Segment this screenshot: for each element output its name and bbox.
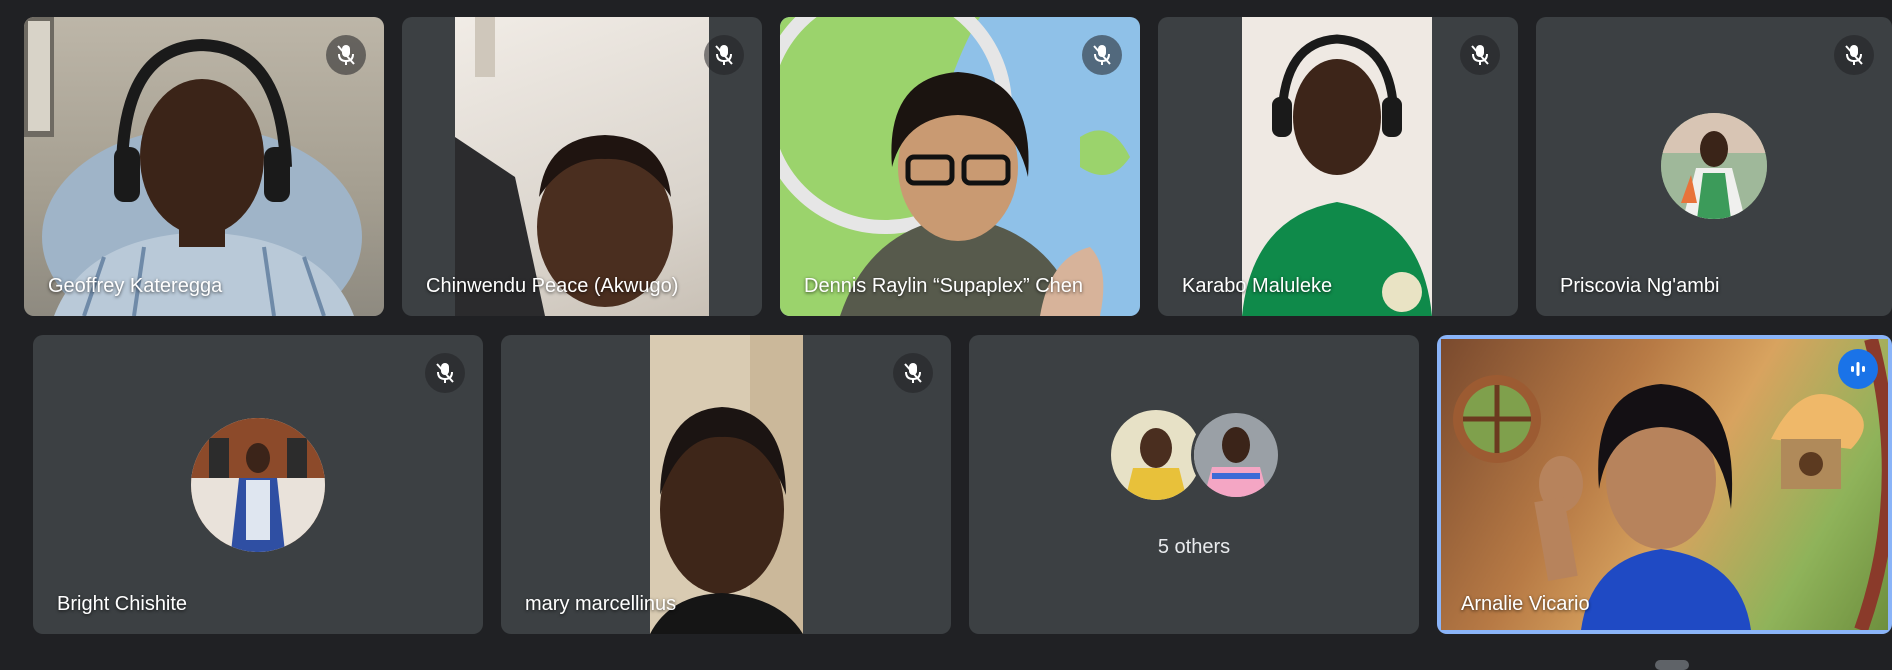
avatar [191,418,325,552]
video-frame [650,335,803,634]
avatar [1191,410,1281,500]
participant-name: Geoffrey Kateregga [48,275,223,297]
audio-level-icon [1838,349,1878,389]
mic-off-icon [1834,35,1874,75]
others-tile[interactable]: 5 others [969,335,1419,634]
participant-video [455,17,709,316]
avatar-image [1661,113,1767,219]
video-frame [1242,34,1432,316]
avatar-image [191,418,325,552]
avatar-image [1194,413,1278,497]
participant-video [1441,339,1888,630]
participant-name: Karabo Maluleke [1182,275,1333,297]
participant-name: Chinwendu Peace (Akwugo) [426,275,679,297]
participant-video [650,335,803,634]
participant-tile-geoffrey[interactable]: Geoffrey Kateregga [24,17,384,316]
mic-off-icon [1460,35,1500,75]
participant-tile-bright[interactable]: Bright Chishite [33,335,483,634]
mic-off-icon [893,353,933,393]
mic-off-icon [425,353,465,393]
participant-tile-chinwendu[interactable]: Chinwendu Peace (Akwugo) [402,17,762,316]
participant-tile-karabo[interactable]: Karabo Maluleke [1158,17,1518,316]
participant-video [1242,17,1432,316]
participant-name: mary marcellinus [525,593,677,615]
participant-name: Arnalie Vicario [1461,593,1590,615]
participant-tile-arnalie[interactable]: Arnalie Vicario [1437,335,1892,634]
scroll-indicator [1655,660,1689,670]
mic-off-icon [1082,35,1122,75]
video-frame [455,17,673,316]
mic-off-icon [704,35,744,75]
participant-tile-priscovia[interactable]: Priscovia Ng'ambi [1536,17,1892,316]
avatar [1111,410,1201,500]
participant-tile-mary[interactable]: mary marcellinus [501,335,951,634]
video-frame [1453,339,1888,630]
avatar [1661,113,1767,219]
participant-tile-dennis[interactable]: Dennis Raylin “Supaplex” Chen [780,17,1140,316]
avatar-image [1111,410,1201,500]
mic-off-icon [326,35,366,75]
participant-name: Bright Chishite [57,593,188,615]
others-count-label: 5 others [1157,536,1231,558]
participant-name: Priscovia Ng'ambi [1560,275,1720,297]
participant-name: Dennis Raylin “Supaplex” Chen [804,275,1084,297]
